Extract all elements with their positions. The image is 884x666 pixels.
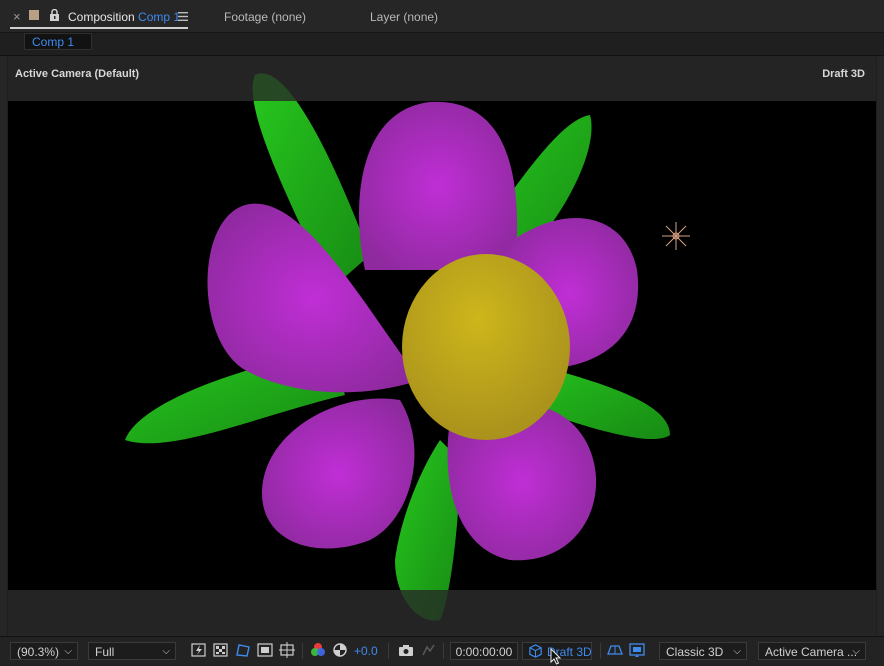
3d-ground-plane-icon[interactable] — [607, 642, 623, 658]
active-camera-label: Active Camera (Default) — [15, 68, 140, 80]
toolbar-divider — [443, 643, 444, 659]
exposure-value[interactable]: +0.0 — [354, 642, 378, 660]
toolbar-divider — [302, 643, 303, 659]
color-channels-icon[interactable] — [310, 642, 326, 658]
flower-center — [402, 254, 570, 440]
bottom-pasteboard-overlay — [8, 590, 876, 635]
resolution-dropdown[interactable]: Full ⌵ — [88, 642, 176, 660]
exposure-reset-icon[interactable] — [332, 642, 348, 658]
chevron-down-icon: ⌵ — [852, 646, 860, 657]
snapshot-toggle-icon[interactable] — [191, 642, 207, 658]
mask-path-icon[interactable] — [235, 642, 251, 658]
chevron-down-icon: ⌵ — [64, 646, 72, 657]
grid-guides-icon[interactable] — [279, 642, 295, 658]
light-icon[interactable] — [662, 222, 690, 250]
magnification-value: (90.3%) — [17, 645, 60, 659]
renderer-value: Classic 3D — [666, 645, 724, 659]
toolbar-divider — [600, 643, 601, 659]
view-dropdown[interactable]: Active Camera ... ⌵ — [758, 642, 866, 660]
camera-snapshot-icon[interactable] — [398, 642, 414, 658]
renderer-dropdown[interactable]: Classic 3D ⌵ — [659, 642, 747, 660]
chevron-down-icon: ⌵ — [733, 646, 741, 657]
show-snapshot-icon[interactable] — [420, 642, 436, 658]
view-value: Active Camera ... — [765, 645, 858, 659]
draft3d-icon — [529, 644, 542, 658]
fast-previews-icon[interactable] — [629, 642, 645, 658]
magnification-dropdown[interactable]: (90.3%) ⌵ — [10, 642, 78, 660]
mouse-cursor-icon — [550, 648, 562, 665]
current-time-display[interactable]: 0:00:00:00 — [450, 642, 518, 660]
toolbar-divider — [388, 643, 389, 659]
transparency-grid-icon[interactable] — [213, 642, 229, 658]
timecode-value: 0:00:00:00 — [455, 645, 513, 659]
renderer-label: Draft 3D — [822, 68, 865, 80]
chevron-down-icon: ⌵ — [162, 646, 170, 657]
region-of-interest-icon[interactable] — [257, 642, 273, 658]
resolution-value: Full — [95, 645, 115, 659]
